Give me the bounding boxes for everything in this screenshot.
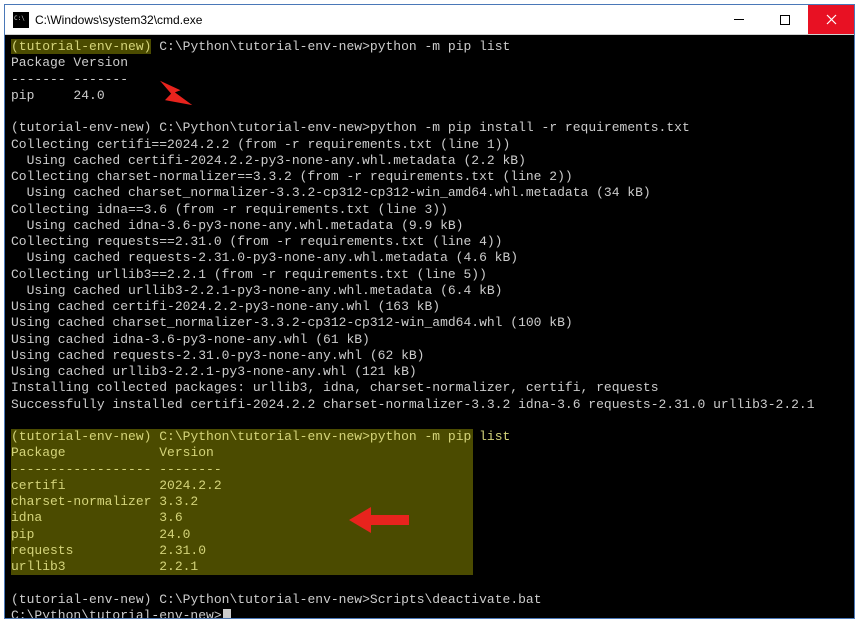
prompt-path: C:\Python\tutorial-env-new> — [159, 39, 370, 54]
table-row: charset-normalizer 3.3.2 — [11, 494, 848, 510]
cursor — [223, 609, 231, 618]
final-prompt: C:\Python\tutorial-env-new> — [11, 608, 848, 618]
output-line: Using cached requests-2.31.0-py3-none-an… — [11, 250, 848, 266]
output-line: Using cached certifi-2024.2.2-py3-none-a… — [11, 299, 848, 315]
output-line: Using cached charset_normalizer-3.3.2-cp… — [11, 185, 848, 201]
prompt-line: (tutorial-env-new) C:\Python\tutorial-en… — [11, 592, 848, 608]
command-text: python -m pip list — [370, 429, 510, 444]
output-line: Using cached charset_normalizer-3.3.2-cp… — [11, 315, 848, 331]
close-icon — [826, 14, 837, 25]
output-line: Using cached requests-2.31.0-py3-none-an… — [11, 348, 848, 364]
output-line: Successfully installed certifi-2024.2.2 … — [11, 397, 848, 413]
command-text: python -m pip install -r requirements.tx… — [370, 120, 690, 135]
window-controls — [716, 5, 854, 34]
close-button[interactable] — [808, 5, 854, 34]
output-line: Collecting idna==3.6 (from -r requiremen… — [11, 202, 848, 218]
table-sep: ------------------ -------- — [11, 462, 848, 478]
table-sep: ------- ------- — [11, 72, 848, 88]
output-line: Collecting urllib3==2.2.1 (from -r requi… — [11, 267, 848, 283]
output-line: Using cached urllib3-2.2.1-py3-none-any.… — [11, 364, 848, 380]
titlebar[interactable]: C:\Windows\system32\cmd.exe — [5, 5, 854, 35]
table-row: pip 24.0 — [11, 527, 848, 543]
cmd-icon — [13, 12, 29, 28]
prompt-line: (tutorial-env-new) C:\Python\tutorial-en… — [11, 429, 848, 445]
output-line: Collecting charset-normalizer==3.3.2 (fr… — [11, 169, 848, 185]
cmd-window: C:\Windows\system32\cmd.exe (tutorial-en… — [4, 4, 855, 619]
table-row: certifi 2024.2.2 — [11, 478, 848, 494]
table-row: requests 2.31.0 — [11, 543, 848, 559]
prompt-line: (tutorial-env-new) C:\Python\tutorial-en… — [11, 120, 848, 136]
terminal-body[interactable]: (tutorial-env-new) C:\Python\tutorial-en… — [5, 35, 854, 618]
table-header: Package Version — [11, 55, 848, 71]
output-line: Installing collected packages: urllib3, … — [11, 380, 848, 396]
command-text: python -m pip list — [370, 39, 510, 54]
command-text: Scripts\deactivate.bat — [370, 592, 542, 607]
minimize-button[interactable] — [716, 5, 762, 34]
output-line: Using cached urllib3-2.2.1-py3-none-any.… — [11, 283, 848, 299]
table-row: pip 24.0 — [11, 88, 848, 104]
output-line: Collecting certifi==2024.2.2 (from -r re… — [11, 137, 848, 153]
output-line: Using cached idna-3.6-py3-none-any.whl.m… — [11, 218, 848, 234]
venv-tag: (tutorial-env-new) — [11, 39, 151, 54]
output-line: Collecting requests==2.31.0 (from -r req… — [11, 234, 848, 250]
output-line: Using cached idna-3.6-py3-none-any.whl (… — [11, 332, 848, 348]
window-title: C:\Windows\system32\cmd.exe — [35, 13, 716, 27]
output-line: Using cached certifi-2024.2.2-py3-none-a… — [11, 153, 848, 169]
highlighted-block: (tutorial-env-new) C:\Python\tutorial-en… — [11, 429, 848, 575]
prompt-line: (tutorial-env-new) C:\Python\tutorial-en… — [11, 39, 848, 55]
table-row: urllib3 2.2.1 — [11, 559, 848, 575]
table-header: Package Version — [11, 445, 848, 461]
maximize-button[interactable] — [762, 5, 808, 34]
install-output: Collecting certifi==2024.2.2 (from -r re… — [11, 137, 848, 413]
venv-tag: (tutorial-env-new) — [11, 120, 151, 135]
table-row: idna 3.6 — [11, 510, 848, 526]
